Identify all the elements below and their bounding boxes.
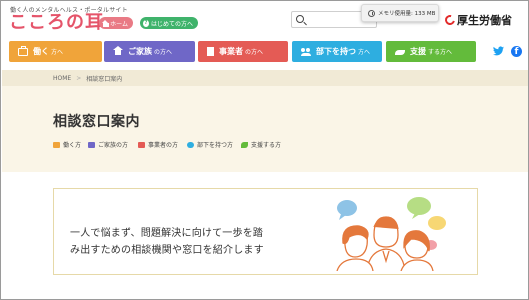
- audience-label: 事業者の方: [148, 142, 179, 149]
- browser-window: 働く人のメンタルヘルス・ポータルサイト こころの耳 ホーム ? はじめての方へ …: [0, 0, 529, 300]
- page-title: 相談窓口案内: [53, 114, 140, 130]
- audience-employer: 事業者の方: [138, 140, 178, 149]
- building-icon: [138, 141, 145, 148]
- breadcrumb-home[interactable]: HOME: [53, 75, 71, 82]
- twitter-icon[interactable]: [493, 46, 504, 57]
- briefcase-icon: [18, 45, 28, 56]
- first-time-button[interactable]: ? はじめての方へ: [140, 17, 198, 29]
- intro-line-2: み出すための相談機関や窓口を紹介します: [70, 245, 264, 256]
- home-icon: [102, 19, 109, 27]
- speech-bubble-tail: [412, 213, 420, 219]
- audience-label: 部下を持つ方: [197, 142, 234, 149]
- man-figure: [366, 216, 406, 271]
- speech-bubble-green: [407, 197, 431, 215]
- audience-family: ご家族の方: [88, 140, 128, 149]
- hands-icon: [241, 141, 248, 148]
- memory-usage-tooltip: メモリ使用量: 133 MB: [361, 4, 439, 22]
- nav-manager-suffix: 方へ: [358, 49, 371, 56]
- nav-family[interactable]: ご家族 の方へ: [104, 41, 195, 62]
- consultation-illustration: [336, 197, 446, 271]
- people-icon: [301, 47, 311, 56]
- nav-family-label: ご家族: [128, 47, 152, 56]
- nav-family-suffix: の方へ: [154, 49, 173, 56]
- search-icon: [296, 15, 304, 23]
- building-icon: [207, 47, 214, 56]
- twitter-bird-svg: [493, 46, 504, 56]
- audience-label: 働く方: [63, 142, 82, 149]
- intro-text: 一人で悩まず、問題解決に向けて一歩を踏 み出すための相談機関や窓口を紹介します: [70, 225, 302, 259]
- first-time-label: はじめての方へ: [150, 20, 193, 28]
- nav-employer-suffix: の方へ: [245, 49, 264, 56]
- briefcase-icon: [53, 141, 60, 148]
- hands-icon: [395, 48, 405, 56]
- intro-box: 一人で悩まず、問題解決に向けて一歩を踏 み出すための相談機関や窓口を紹介します: [53, 188, 478, 275]
- breadcrumb-separator: >: [76, 74, 82, 82]
- speech-bubble-blue: [337, 200, 357, 216]
- breadcrumb: HOME > 相談窓口案内: [2, 70, 528, 86]
- question-icon: ?: [143, 19, 149, 27]
- ministry-emblem-icon: [443, 13, 457, 27]
- house-icon: [113, 45, 123, 56]
- house-icon: [88, 141, 95, 148]
- woman-left-figure: [336, 225, 374, 271]
- facebook-icon[interactable]: f: [511, 46, 522, 57]
- nav-employer-label: 事業者: [219, 47, 243, 56]
- nav-manager[interactable]: 部下を持つ 方へ: [292, 41, 382, 62]
- nav-supporter-label: 支援: [410, 47, 426, 56]
- people-icon: [187, 141, 194, 148]
- nav-manager-label: 部下を持つ: [316, 47, 356, 56]
- home-button[interactable]: ホーム: [99, 17, 133, 29]
- info-icon: [368, 9, 375, 17]
- home-label: ホーム: [110, 20, 128, 28]
- audience-supporter: 支援する方: [241, 140, 281, 149]
- audience-label: ご家族の方: [98, 142, 129, 149]
- intro-line-1: 一人で悩まず、問題解決に向けて一歩を踏: [70, 228, 264, 239]
- audience-label: 支援する方: [251, 142, 282, 149]
- nav-employer[interactable]: 事業者 の方へ: [198, 41, 288, 62]
- speech-bubble-tail: [339, 214, 346, 220]
- ministry-logo[interactable]: 厚生労働省: [443, 13, 512, 27]
- woman-right-figure: [400, 230, 434, 271]
- memory-usage-text: メモリ使用量: 133 MB: [378, 11, 436, 17]
- site-logo[interactable]: こころの耳: [9, 13, 104, 33]
- nav-work-suffix: 方へ: [51, 49, 64, 56]
- ministry-name: 厚生労働省: [457, 14, 512, 27]
- nav-supporter-suffix: する方へ: [428, 49, 453, 56]
- nav-work-label: 働く: [33, 47, 49, 56]
- nav-supporter[interactable]: 支援 する方へ: [386, 41, 476, 62]
- audience-work: 働く方: [53, 140, 81, 149]
- breadcrumb-current: 相談窓口案内: [86, 75, 123, 83]
- speech-bubble-yellow: [428, 216, 446, 230]
- audience-manager: 部下を持つ方: [187, 140, 233, 149]
- nav-work[interactable]: 働く 方へ: [9, 41, 102, 62]
